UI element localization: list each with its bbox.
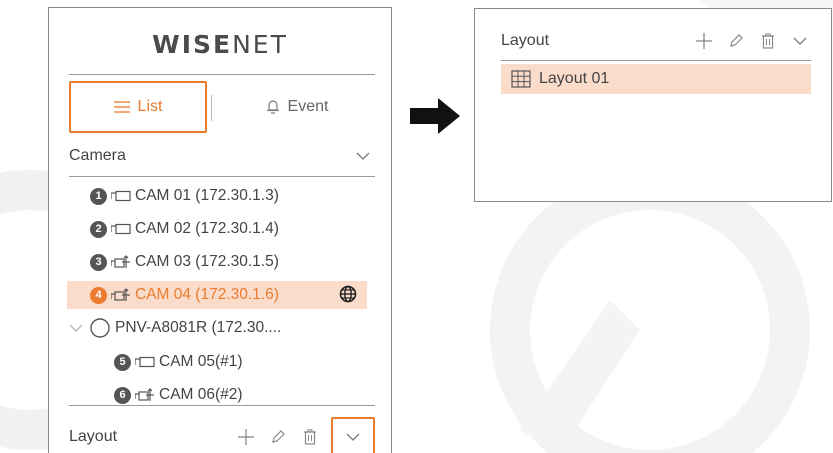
- camera-label: CAM 02 (172.30.1.4): [135, 220, 279, 237]
- camera-label: CAM 05(#1): [159, 353, 243, 370]
- divider: [501, 60, 811, 61]
- wisenet-logo: WISENET: [152, 30, 288, 59]
- add-layout-button[interactable]: [235, 426, 257, 448]
- delete-layout-button[interactable]: [757, 30, 779, 52]
- camera-label: CAM 01 (172.30.1.3): [135, 187, 279, 204]
- layout-toolbar: [693, 30, 811, 52]
- camera-label: CAM 03 (172.30.1.5): [135, 253, 279, 270]
- camera-number-badge: 2: [90, 220, 107, 238]
- tab-event-label: Event: [287, 98, 329, 115]
- divider: [69, 74, 375, 75]
- trash-icon: [304, 429, 316, 445]
- layout-section-header: Layout: [69, 417, 375, 453]
- layout-panel-header: Layout: [501, 23, 811, 59]
- camera-number-badge: 5: [114, 353, 131, 371]
- layout-item-label: Layout 01: [539, 70, 610, 87]
- camera-label: CAM 06(#2): [159, 386, 243, 403]
- layout-list-item[interactable]: Layout 01: [501, 64, 811, 94]
- pencil-icon: [730, 34, 743, 47]
- grid-icon: [511, 70, 531, 88]
- layout-panel-label: Layout: [501, 32, 550, 49]
- tab-divider: [211, 95, 212, 121]
- camera-box-icon: [135, 356, 155, 368]
- delete-layout-button[interactable]: [299, 426, 321, 448]
- arrow-right-icon: [410, 98, 460, 134]
- camera-item[interactable]: 2 CAM 02 (172.30.1.4): [90, 216, 279, 242]
- layout-panel: Layout Layout 01: [474, 8, 832, 202]
- camera-section-header[interactable]: Camera: [69, 138, 375, 174]
- camera-number-badge: 1: [90, 187, 107, 205]
- chevron-down-icon: [793, 37, 807, 45]
- globe-icon[interactable]: [338, 284, 358, 304]
- tab-list[interactable]: List: [69, 81, 207, 133]
- device-group-item[interactable]: PNV-A8081R (172.30....: [67, 315, 281, 341]
- add-layout-button[interactable]: [693, 30, 715, 52]
- tab-list-label: List: [137, 98, 163, 115]
- ptz-camera-icon: [135, 388, 154, 401]
- camera-item[interactable]: 5 CAM 05(#1): [114, 349, 243, 375]
- plus-icon: [696, 33, 712, 49]
- radio-circle-icon: [90, 318, 110, 338]
- chevron-down-icon[interactable]: [67, 322, 85, 334]
- camera-number-badge: 6: [114, 386, 131, 404]
- left-panel: WISENET List Event Camera 1 CAM 01 (172.…: [48, 7, 392, 453]
- layout-expand-button[interactable]: [331, 417, 375, 453]
- edit-layout-button[interactable]: [267, 426, 289, 448]
- camera-box-icon: [111, 190, 131, 202]
- ptz-camera-icon: [111, 255, 130, 268]
- bell-icon: [266, 100, 279, 114]
- camera-number-badge: 3: [90, 253, 107, 271]
- edit-layout-button[interactable]: [725, 30, 747, 52]
- list-icon: [113, 101, 130, 113]
- tab-event[interactable]: Event: [219, 81, 375, 133]
- pencil-icon: [272, 430, 285, 443]
- trash-icon: [762, 33, 774, 49]
- divider: [69, 405, 375, 406]
- view-tabs: List Event: [69, 81, 375, 133]
- chevron-down-icon[interactable]: [351, 144, 375, 168]
- ptz-camera-icon: [111, 288, 130, 301]
- camera-box-icon: [111, 223, 131, 235]
- camera-section-label: Camera: [69, 147, 126, 164]
- chevron-down-icon: [346, 433, 360, 441]
- camera-label: CAM 04 (172.30.1.6): [135, 286, 279, 303]
- layout-section-label: Layout: [69, 428, 118, 445]
- camera-item-selected[interactable]: 4 CAM 04 (172.30.1.6): [90, 282, 279, 308]
- device-group-label: PNV-A8081R (172.30....: [115, 319, 282, 336]
- camera-item[interactable]: 1 CAM 01 (172.30.1.3): [90, 183, 279, 209]
- layout-collapse-button[interactable]: [789, 30, 811, 52]
- camera-item[interactable]: 3 CAM 03 (172.30.1.5): [90, 249, 279, 275]
- plus-icon: [238, 429, 254, 445]
- camera-number-badge: 4: [90, 286, 107, 304]
- layout-toolbar: [235, 417, 375, 453]
- divider: [69, 176, 375, 177]
